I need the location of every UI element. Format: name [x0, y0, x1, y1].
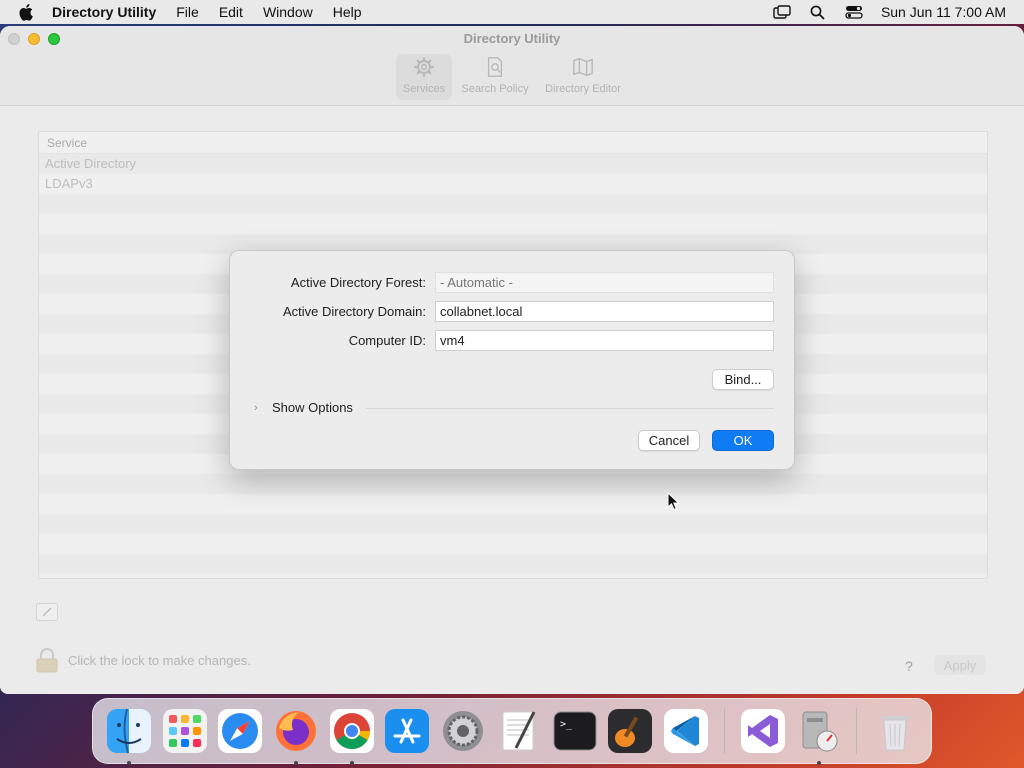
dock-garageband[interactable]: [604, 705, 656, 757]
tab-directory-editor-label: Directory Editor: [545, 83, 621, 95]
app-store-icon: [385, 709, 430, 753]
domain-field[interactable]: [435, 301, 774, 322]
finder-icon: [106, 708, 151, 754]
show-options-disclosure[interactable]: › Show Options: [254, 400, 353, 415]
title-bar: Directory Utility Services Search Policy…: [0, 26, 1024, 106]
map-icon: [573, 58, 593, 76]
apple-menu-icon[interactable]: [18, 3, 36, 21]
pencil-icon: [42, 607, 52, 617]
dock-chrome[interactable]: [326, 705, 378, 765]
table-row[interactable]: Active Directory: [39, 154, 987, 174]
svg-text:>_: >_: [560, 719, 573, 730]
table-row-empty: [39, 474, 987, 494]
dock: >_: [92, 698, 932, 765]
dock-separator: [723, 708, 725, 754]
window-title: Directory Utility: [463, 31, 561, 46]
textedit-icon: [502, 711, 536, 751]
menu-bar: Directory Utility File Edit Window Help …: [0, 0, 1024, 24]
menu-app-name[interactable]: Directory Utility: [52, 4, 156, 20]
dock-visual-studio[interactable]: [737, 705, 789, 757]
computer-id-label: Computer ID:: [348, 333, 426, 348]
tab-services-label: Services: [402, 83, 446, 95]
table-row-empty: [39, 534, 987, 554]
forest-field[interactable]: [435, 272, 774, 293]
control-center-icon[interactable]: [845, 4, 863, 20]
menu-clock[interactable]: Sun Jun 11 7:00 AM: [881, 4, 1006, 20]
show-options-label: Show Options: [272, 400, 353, 415]
tab-directory-editor[interactable]: Directory Editor: [538, 54, 628, 100]
directory-utility-icon: [802, 711, 838, 752]
running-indicator: [127, 761, 131, 765]
menu-file[interactable]: File: [176, 4, 199, 20]
dock-terminal[interactable]: >_: [549, 705, 601, 757]
tab-search-policy[interactable]: Search Policy: [460, 54, 530, 100]
launchpad-icon: [162, 709, 207, 753]
dock-textedit[interactable]: [493, 705, 545, 757]
dock-trash[interactable]: [869, 705, 921, 757]
menu-window[interactable]: Window: [263, 4, 313, 20]
dock-directory-utility[interactable]: [793, 705, 845, 765]
terminal-icon: >_: [553, 711, 597, 751]
dock-firefox[interactable]: [270, 705, 322, 765]
gear-icon: [414, 57, 434, 77]
table-row-empty: [39, 194, 987, 214]
firefox-icon: [276, 711, 317, 751]
toolbar: Services Search Policy Directory Editor: [396, 54, 628, 100]
menu-edit[interactable]: Edit: [219, 4, 243, 20]
domain-label: Active Directory Domain:: [282, 304, 426, 319]
ok-button[interactable]: OK: [712, 430, 774, 451]
table-row-empty: [39, 554, 987, 574]
table-row[interactable]: LDAPv3: [39, 174, 987, 194]
dock-separator: [856, 708, 858, 754]
edit-service-button[interactable]: [36, 603, 58, 621]
dock-finder[interactable]: [103, 705, 155, 765]
lock-text: Click the lock to make changes.: [68, 652, 251, 668]
dock-vscode[interactable]: [660, 705, 712, 757]
safari-icon: [218, 709, 263, 753]
table-row-empty: [39, 514, 987, 534]
lock-area: Click the lock to make changes.: [36, 647, 251, 673]
running-indicator: [294, 761, 299, 765]
spotlight-search-icon[interactable]: [809, 4, 827, 20]
table-header-service[interactable]: Service: [39, 132, 987, 154]
lock-icon[interactable]: [36, 647, 58, 673]
menu-help[interactable]: Help: [333, 4, 362, 20]
chevron-right-icon: ›: [254, 401, 258, 414]
dock-launchpad[interactable]: [159, 705, 211, 757]
help-button[interactable]: ?: [898, 655, 920, 677]
vscode-icon: [664, 709, 709, 753]
domain-row: Active Directory Domain:: [230, 301, 794, 323]
dock-system-preferences[interactable]: [437, 705, 489, 757]
computer-id-field[interactable]: [435, 330, 774, 351]
apply-button[interactable]: Apply: [934, 655, 986, 675]
gear-icon: [443, 711, 484, 751]
table-row-empty: [39, 494, 987, 514]
trash-icon: [882, 716, 909, 751]
visual-studio-icon: [740, 709, 785, 753]
running-indicator: [349, 761, 354, 765]
bind-dialog: Active Directory Forest: Active Director…: [229, 250, 795, 470]
cancel-button[interactable]: Cancel: [638, 430, 700, 451]
tab-search-policy-label: Search Policy: [461, 83, 529, 95]
forest-label: Active Directory Forest:: [290, 275, 426, 290]
table-row-empty: [39, 214, 987, 234]
running-indicator: [816, 761, 821, 765]
dock-safari[interactable]: [214, 705, 266, 757]
chrome-icon: [329, 709, 374, 753]
screen-mirroring-icon[interactable]: [773, 4, 791, 20]
search-policy-icon: [487, 57, 503, 77]
guitar-icon: [608, 709, 653, 753]
tab-services[interactable]: Services: [396, 54, 452, 100]
mouse-cursor-icon: [667, 492, 680, 511]
separator: [366, 408, 774, 409]
forest-row: Active Directory Forest:: [230, 272, 794, 294]
computer-id-row: Computer ID:: [230, 330, 794, 352]
bind-button[interactable]: Bind...: [712, 369, 774, 390]
dock-app-store[interactable]: [382, 705, 434, 757]
